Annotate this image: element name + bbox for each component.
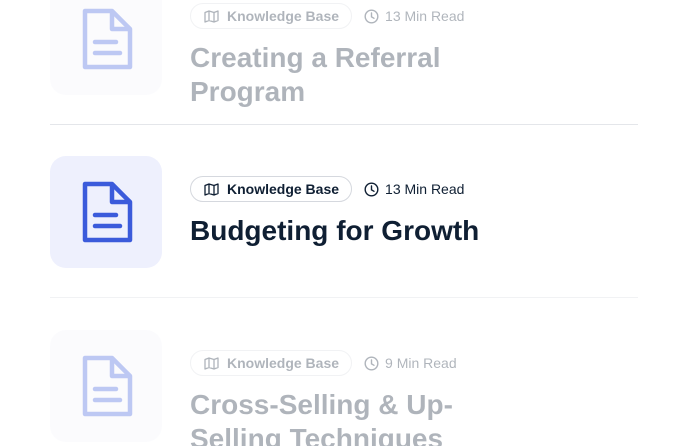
article-title[interactable]: Cross-Selling & Up-Selling Techniques: [190, 388, 530, 446]
category-badge[interactable]: Knowledge Base: [190, 3, 353, 29]
read-time-label: 13 Min Read: [385, 8, 465, 24]
read-time: 9 Min Read: [364, 355, 457, 371]
article-thumbnail: [50, 156, 162, 268]
article-card[interactable]: Knowledge Base 13 Min Read Creating a Re…: [50, 0, 638, 107]
article-title[interactable]: Budgeting for Growth: [190, 214, 530, 248]
document-icon: [82, 8, 133, 70]
clock-icon: [364, 8, 379, 24]
read-time: 13 Min Read: [364, 181, 464, 197]
read-time-label: 9 Min Read: [385, 355, 457, 371]
read-time: 13 Min Read: [364, 8, 464, 24]
map-icon: [204, 182, 219, 196]
document-icon: [82, 181, 133, 243]
divider: [50, 297, 638, 298]
map-icon: [204, 9, 219, 23]
map-icon: [204, 356, 219, 370]
category-badge[interactable]: Knowledge Base: [190, 176, 353, 202]
article-thumbnail: [50, 330, 162, 442]
read-time-label: 13 Min Read: [385, 181, 465, 197]
document-icon: [82, 355, 133, 417]
article-thumbnail: [50, 0, 162, 95]
category-label: Knowledge Base: [227, 181, 340, 197]
article-card[interactable]: Knowledge Base 9 Min Read Cross-Selling …: [50, 330, 638, 446]
category-label: Knowledge Base: [227, 8, 340, 24]
clock-icon: [364, 355, 379, 371]
divider: [50, 124, 638, 125]
article-card[interactable]: Knowledge Base 13 Min Read Budgeting for…: [50, 156, 638, 268]
category-label: Knowledge Base: [227, 355, 340, 371]
article-title[interactable]: Creating a Referral Program: [190, 41, 530, 109]
category-badge[interactable]: Knowledge Base: [190, 350, 353, 376]
clock-icon: [364, 181, 379, 197]
